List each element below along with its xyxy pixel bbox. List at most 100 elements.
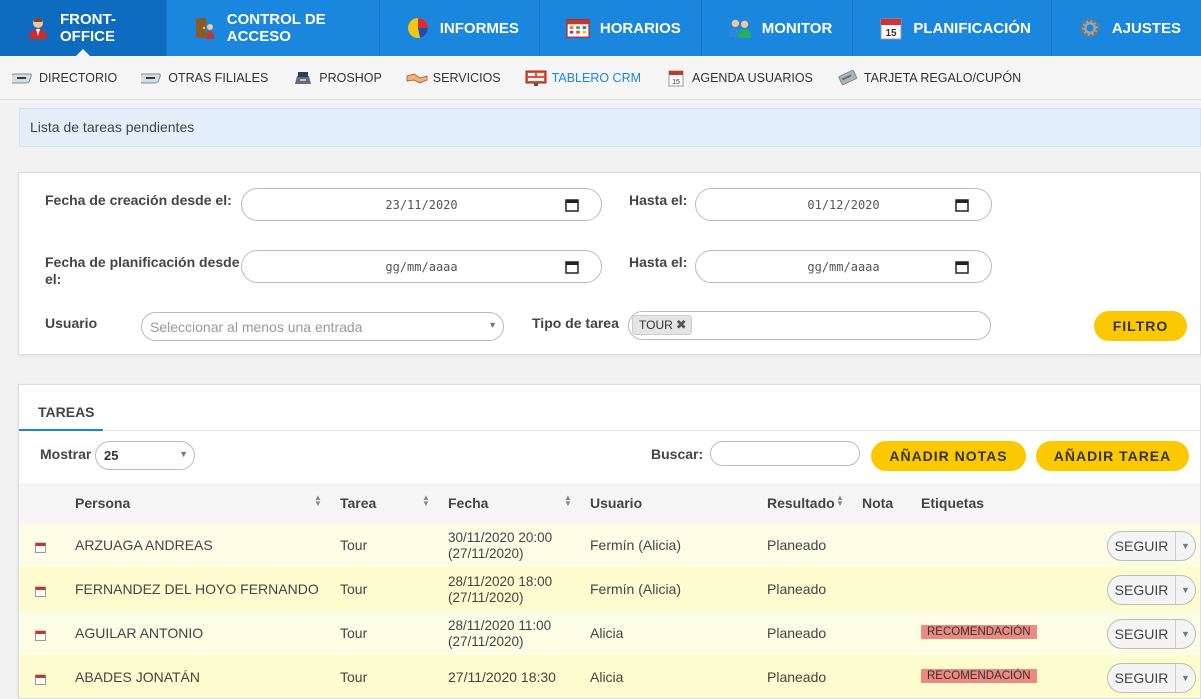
persona-cell[interactable]: FERNANDEZ DEL HOYO FERNANDO — [75, 581, 319, 597]
pending-tasks-infobar: Lista de tareas pendientes — [19, 108, 1201, 147]
tab-informes[interactable]: Informes — [380, 0, 540, 56]
subnav-label: Proshop — [319, 70, 382, 85]
tab-control-de-acceso[interactable]: Control de acceso — [167, 0, 380, 56]
column-tarea[interactable]: Tarea — [340, 495, 376, 511]
follow-split-button[interactable]: Seguir ▼ — [1107, 575, 1196, 605]
follow-split-button[interactable]: Seguir ▼ — [1107, 619, 1196, 649]
calendar-icon[interactable] — [955, 260, 969, 277]
subnav-item-directorio[interactable]: Directorio — [12, 69, 117, 87]
tab-label: Horarios — [599, 19, 681, 37]
creation-from-date-input[interactable]: 23/11/2020 — [241, 188, 602, 221]
tab-label: Informes — [439, 19, 519, 37]
table-row[interactable]: ABADES JONATÁN Tour 27/11/2020 18:30 Ali… — [19, 655, 1200, 698]
calendar-icon[interactable] — [565, 198, 579, 215]
tasks-panel: Tareas Mostrar 25 ▼ Buscar: Añadir notas… — [18, 384, 1201, 699]
column-resultado[interactable]: Resultado — [767, 495, 835, 511]
follow-button[interactable]: Seguir — [1108, 620, 1176, 648]
filter-button[interactable]: Filtro — [1094, 311, 1187, 341]
table-row[interactable]: AGUILAR ANTONIO Tour 28/11/2020 11:00 (27… — [19, 611, 1200, 655]
column-nota[interactable]: Nota — [862, 495, 893, 511]
date-value: 01/12/2020 — [807, 197, 880, 212]
subnav-item-proshop[interactable]: Proshop — [292, 69, 382, 87]
tab-label: Control de acceso — [226, 11, 326, 45]
user-icon — [26, 16, 50, 40]
subnav-label: Agenda usuarios — [692, 70, 813, 85]
subnav-item-tablero-crm[interactable]: Tablero CRM — [525, 69, 641, 87]
tab-label: Planificación — [913, 19, 1031, 37]
sort-icon[interactable]: ▲ ▼ — [564, 494, 572, 508]
plan-from-label-line1: Fecha de planificación desde — [45, 254, 240, 270]
persona-cell[interactable]: ARZUAGA ANDREAS — [75, 537, 213, 553]
tab-front-office[interactable]: Front-Office — [0, 0, 167, 57]
close-icon[interactable]: ✖ — [676, 317, 687, 333]
user-select[interactable]: Seleccionar al menos una entrada ▼ — [141, 312, 504, 341]
task-type-multiselect[interactable]: Tour ✖ — [628, 311, 991, 340]
branches-icon — [141, 69, 163, 87]
resultado-cell: Planeado — [767, 537, 827, 553]
chevron-down-icon: ▼ — [488, 320, 497, 330]
date-placeholder: gg/mm/aaaa — [385, 259, 458, 274]
calendar-icon — [35, 540, 46, 556]
tarea-cell: Tour — [340, 537, 368, 553]
creation-to-date-input[interactable]: 01/12/2020 — [695, 188, 992, 221]
calendar-icon[interactable] — [565, 260, 579, 277]
sort-icon[interactable]: ▲ ▼ — [314, 494, 322, 508]
subnav-label: Otras filiales — [168, 70, 269, 85]
follow-split-button[interactable]: Seguir ▼ — [1107, 663, 1196, 693]
follow-button[interactable]: Seguir — [1108, 532, 1176, 560]
sort-icon[interactable]: ▲ ▼ — [836, 494, 844, 508]
resultado-cell: Planeado — [767, 581, 827, 597]
page-size-select[interactable]: 25 ▼ — [95, 441, 195, 470]
column-fecha[interactable]: Fecha — [448, 495, 488, 511]
crm-board-icon — [525, 69, 547, 87]
top-navigation: Front-Office Control de acceso Informes … — [0, 0, 1201, 57]
add-task-button[interactable]: Añadir tarea — [1036, 441, 1189, 471]
calendar-icon — [35, 628, 46, 644]
usuario-cell: Alicia — [590, 669, 624, 685]
search-input[interactable] — [710, 441, 860, 466]
column-persona[interactable]: Persona — [75, 495, 130, 511]
subnav-item-agenda-usuarios[interactable]: 15 Agenda usuarios — [665, 69, 813, 87]
column-usuario[interactable]: Usuario — [590, 495, 642, 511]
tab-horarios[interactable]: Horarios — [540, 0, 702, 56]
tab-ajustes[interactable]: Ajustes — [1052, 0, 1201, 56]
usuario-cell: Alicia — [590, 625, 624, 641]
svg-text:15: 15 — [886, 28, 898, 39]
access-control-icon — [193, 16, 217, 40]
gift-card-icon — [837, 69, 859, 87]
follow-split-button[interactable]: Seguir ▼ — [1107, 531, 1196, 561]
tag-badge: Recomendación — [921, 625, 1037, 639]
calendar-icon — [35, 672, 46, 688]
chevron-down-icon[interactable]: ▼ — [1176, 541, 1195, 551]
fecha-cell: 28/11/2020 18:00 (27/11/2020) — [448, 574, 552, 606]
subnav-item-tarjeta-regalo[interactable]: Tarjeta regalo/cupón — [837, 69, 1021, 87]
table-row[interactable]: FERNANDEZ DEL HOYO FERNANDO Tour 28/11/2… — [19, 567, 1200, 611]
tab-planificacion[interactable]: 15 Planificación — [853, 0, 1052, 56]
plan-from-date-input[interactable]: gg/mm/aaaa — [241, 250, 602, 283]
calendar-icon[interactable] — [955, 198, 969, 215]
fecha-cell: 28/11/2020 11:00 (27/11/2020) — [448, 618, 551, 650]
subnav-item-servicios[interactable]: Servicios — [406, 69, 501, 87]
plan-from-label: Fecha de planificación desde el: — [45, 254, 240, 288]
filter-panel: Fecha de creación desde el: 23/11/2020 H… — [18, 172, 1201, 355]
persona-cell[interactable]: AGUILAR ANTONIO — [75, 625, 203, 641]
tab-monitor[interactable]: Monitor — [702, 0, 854, 56]
follow-button[interactable]: Seguir — [1108, 664, 1176, 692]
chevron-down-icon[interactable]: ▼ — [1176, 673, 1195, 683]
chevron-down-icon[interactable]: ▼ — [1176, 629, 1195, 639]
table-row[interactable]: ARZUAGA ANDREAS Tour 30/11/2020 20:00 (27… — [19, 523, 1200, 567]
tasks-title[interactable]: Tareas — [38, 404, 95, 420]
sort-icon[interactable]: ▲ ▼ — [422, 494, 430, 508]
chevron-down-icon[interactable]: ▼ — [1176, 585, 1195, 595]
subnav-label: Tablero CRM — [551, 70, 642, 85]
subnav-item-otras-filiales[interactable]: Otras filiales — [141, 69, 268, 87]
svg-text:15: 15 — [672, 79, 680, 86]
table-header: Persona ▲ ▼ Tarea ▲ ▼ Fecha ▲ ▼ Usuario Res… — [19, 483, 1200, 523]
handshake-icon — [406, 69, 428, 87]
follow-button[interactable]: Seguir — [1108, 576, 1176, 604]
add-notes-button[interactable]: Añadir notas — [871, 441, 1026, 471]
register-icon — [292, 69, 314, 87]
persona-cell[interactable]: ABADES JONATÁN — [75, 669, 200, 685]
column-etiquetas[interactable]: Etiquetas — [921, 495, 984, 511]
plan-to-date-input[interactable]: gg/mm/aaaa — [695, 250, 992, 283]
